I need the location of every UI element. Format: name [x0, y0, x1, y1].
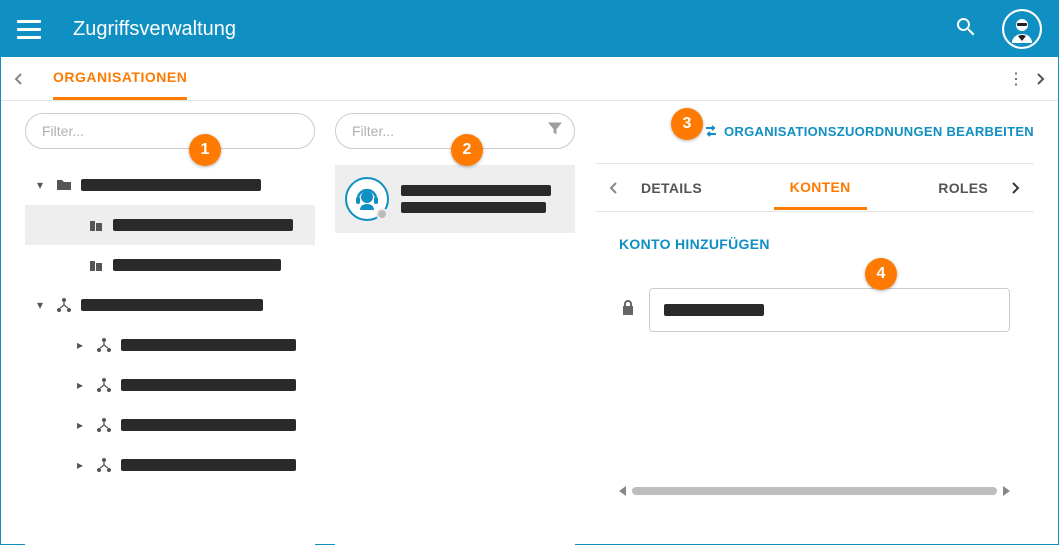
scroll-right-icon[interactable]: [1003, 486, 1010, 496]
tree-item[interactable]: ▸: [25, 365, 315, 405]
user-detail-redacted: [401, 202, 546, 213]
tree-label-redacted: [113, 259, 281, 271]
search-icon[interactable]: [954, 15, 978, 44]
tree-label-redacted: [121, 419, 296, 431]
callout-1: 1: [189, 134, 221, 166]
filter-icon[interactable]: [547, 121, 563, 142]
status-dot: [376, 208, 388, 220]
building-icon: [87, 216, 105, 234]
menu-button[interactable]: [17, 17, 41, 41]
tab-konten[interactable]: KONTEN: [774, 179, 867, 210]
tree-item[interactable]: [25, 205, 315, 245]
chevron-right-icon[interactable]: ▸: [73, 338, 87, 352]
tree-item[interactable]: ▸: [25, 445, 315, 485]
subnav-prev[interactable]: [9, 69, 29, 89]
tree-label-redacted: [121, 339, 296, 351]
detail-tabs-next[interactable]: [1004, 182, 1026, 194]
folder-icon: [55, 176, 73, 194]
subnav-next[interactable]: [1030, 69, 1050, 89]
tree-label-redacted: [81, 299, 263, 311]
tree-item[interactable]: ▾: [25, 165, 315, 205]
swap-icon: [704, 124, 718, 138]
building-icon: [87, 256, 105, 274]
scroll-left-icon[interactable]: [619, 486, 626, 496]
tree-item[interactable]: ▸: [25, 325, 315, 365]
org-tree: ▾ ▾ ▸ ▸ ▸ ▸: [25, 165, 315, 545]
hierarchy-icon: [95, 376, 113, 394]
hierarchy-icon: [95, 416, 113, 434]
user-avatar[interactable]: [1002, 9, 1042, 49]
subnav: ORGANISATIONEN ⋮: [1, 57, 1058, 101]
tab-roles[interactable]: ROLES: [922, 180, 1004, 196]
tree-label-redacted: [121, 379, 296, 391]
callout-2: 2: [451, 134, 483, 166]
app-header: Zugriffsverwaltung: [1, 1, 1058, 57]
user-list-item[interactable]: [335, 165, 575, 233]
account-value-field[interactable]: [649, 288, 1010, 332]
page-title: Zugriffsverwaltung: [73, 18, 236, 41]
tree-item[interactable]: [25, 245, 315, 285]
edit-org-assignments-link[interactable]: ORGANISATIONSZUORDNUNGEN BEARBEITEN: [704, 124, 1034, 139]
callout-3: 3: [671, 108, 703, 140]
edit-org-assignments-label: ORGANISATIONSZUORDNUNGEN BEARBEITEN: [724, 124, 1034, 139]
chevron-down-icon[interactable]: ▾: [33, 178, 47, 192]
tree-label-redacted: [113, 219, 293, 231]
add-account-link[interactable]: KONTO HINZUFÜGEN: [619, 236, 770, 252]
tab-organisationen[interactable]: ORGANISATIONEN: [53, 57, 187, 100]
detail-tabs-prev[interactable]: [603, 182, 625, 194]
tree-label-redacted: [121, 459, 296, 471]
headset-icon: [345, 177, 389, 221]
horizontal-scrollbar[interactable]: [619, 486, 1010, 496]
chevron-right-icon[interactable]: ▸: [73, 418, 87, 432]
tree-label-redacted: [81, 179, 261, 191]
account-value-redacted: [664, 304, 764, 316]
subnav-more[interactable]: ⋮: [1006, 69, 1026, 89]
callout-4: 4: [865, 258, 897, 290]
chevron-down-icon[interactable]: ▾: [33, 298, 47, 312]
chevron-right-icon[interactable]: ▸: [73, 378, 87, 392]
hierarchy-icon: [95, 456, 113, 474]
tree-item[interactable]: ▾: [25, 285, 315, 325]
user-name-redacted: [401, 185, 551, 196]
org-filter-input[interactable]: [25, 113, 315, 149]
lock-icon: [619, 299, 637, 322]
scroll-track[interactable]: [632, 487, 997, 495]
tree-item[interactable]: ▸: [25, 405, 315, 445]
user-list: [335, 165, 575, 545]
hierarchy-icon: [95, 336, 113, 354]
hierarchy-icon: [55, 296, 73, 314]
tab-details[interactable]: DETAILS: [625, 180, 718, 196]
chevron-right-icon[interactable]: ▸: [73, 458, 87, 472]
